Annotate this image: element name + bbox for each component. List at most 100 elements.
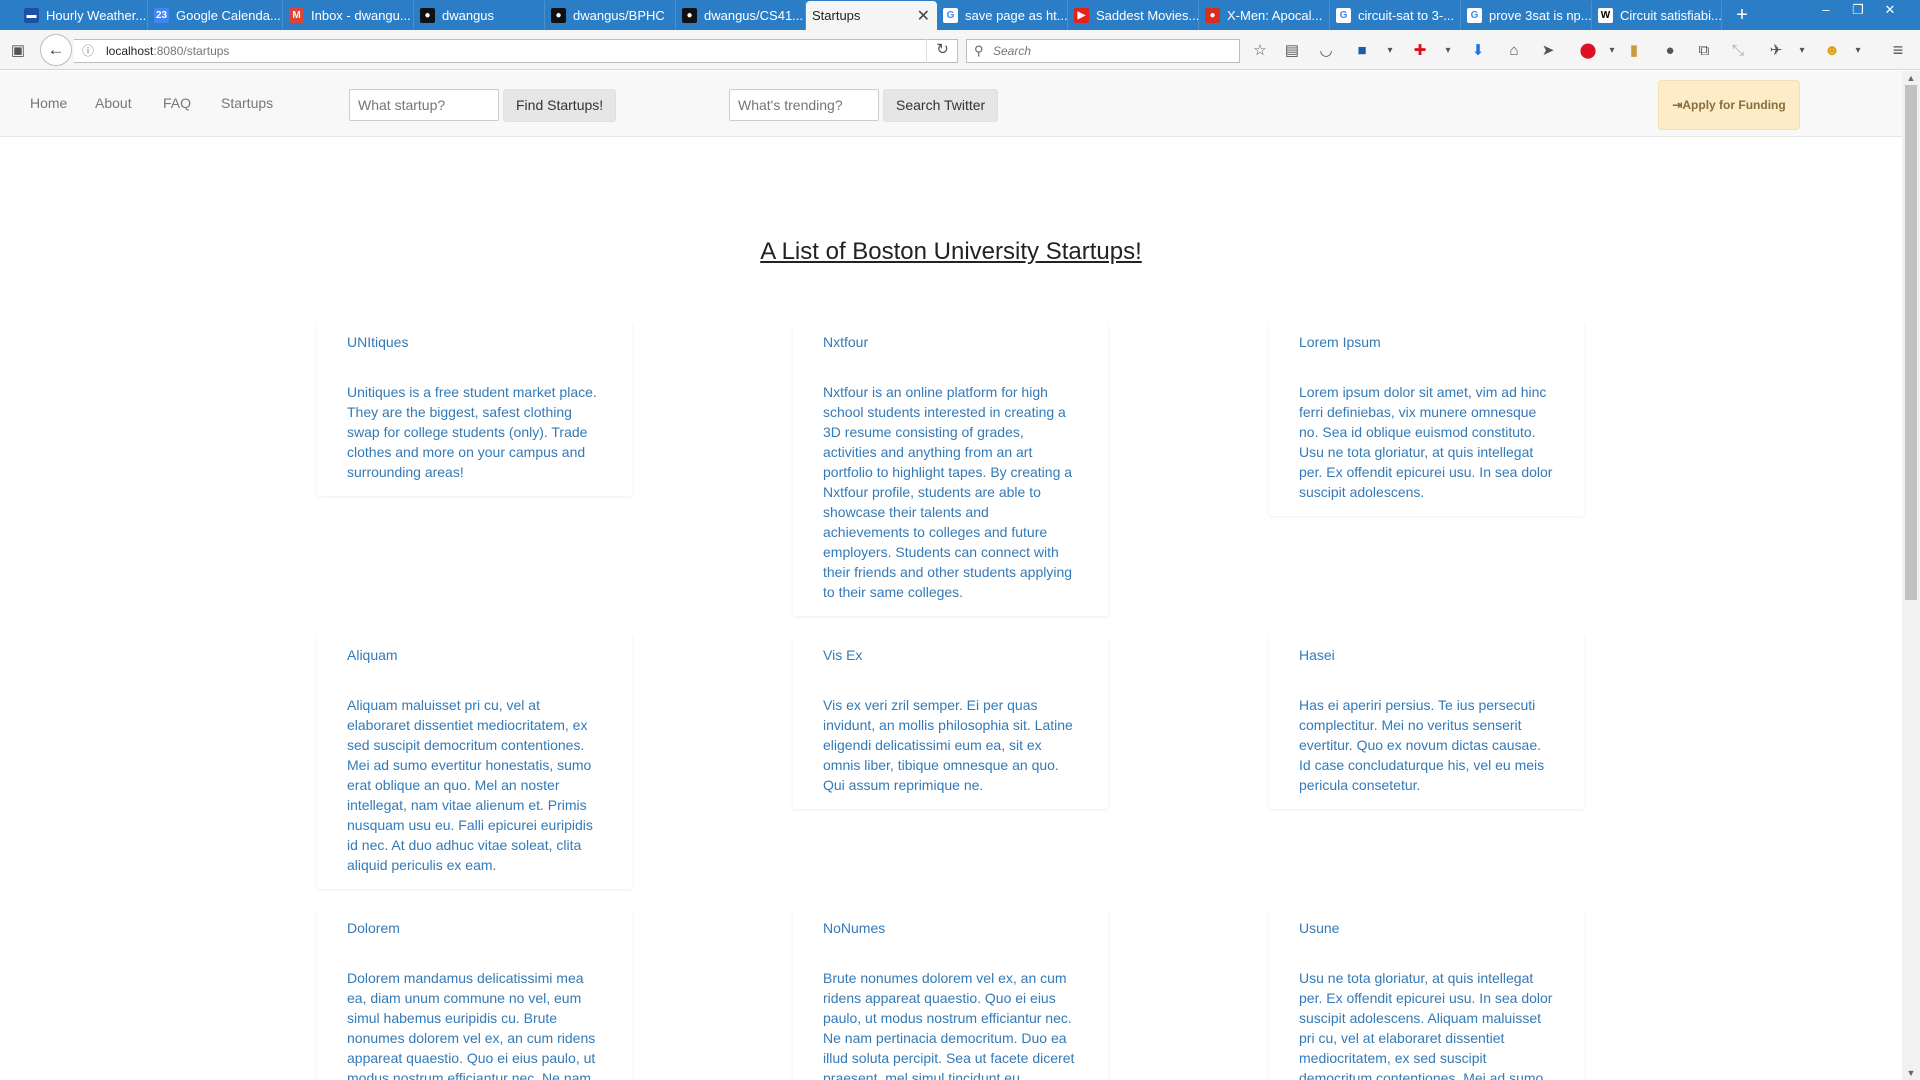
browser-tab-title: save page as ht... — [965, 8, 1068, 23]
url-path: :8080/startups — [153, 44, 230, 58]
browser-tab[interactable]: M Inbox - dwangu... — [283, 1, 414, 30]
browser-search-placeholder: Search — [993, 44, 1032, 58]
apply-funding-button[interactable]: ⇥Apply for Funding — [1658, 80, 1800, 130]
trending-search-input[interactable] — [729, 89, 879, 121]
startup-name[interactable]: Dolorem — [347, 918, 602, 938]
notes-icon[interactable]: ▮ — [1622, 38, 1646, 62]
url-bar[interactable]: ⓘ localhost:8080/startups — [74, 39, 958, 63]
wikipedia-icon: W — [1598, 8, 1613, 23]
startup-name[interactable]: Nxtfour — [823, 332, 1078, 352]
startup-card: UNItiques Unitiques is a free student mar… — [317, 322, 632, 496]
browser-tab[interactable]: Gprove 3sat is np... — [1461, 1, 1592, 30]
reading-list-icon[interactable]: ▤ — [1280, 38, 1304, 62]
extension-dropdown-icon[interactable]: ▾ — [1790, 38, 1814, 62]
search-twitter-button[interactable]: Search Twitter — [883, 89, 999, 122]
hamburger-menu-icon[interactable]: ≡ — [1886, 38, 1910, 62]
emoji-dropdown-icon[interactable]: ▾ — [1846, 38, 1870, 62]
reload-icon[interactable]: ↻ — [926, 39, 958, 63]
page-viewport: Home About FAQ Startups Find Startups! S… — [0, 71, 1902, 1080]
download-icon[interactable]: ⬇ — [1466, 38, 1490, 62]
nav-link-about[interactable]: About — [95, 95, 132, 111]
startup-description: Unitiques is a free student market place… — [347, 384, 597, 480]
save-dropdown-icon[interactable]: ▾ — [1378, 38, 1402, 62]
pin-icon[interactable]: ⤡ — [1726, 38, 1750, 62]
browser-tab[interactable]: Startups ✕ — [806, 1, 937, 30]
close-window-icon[interactable]: ✕ — [1874, 0, 1906, 22]
firefox-menu-icon[interactable]: ▣ — [6, 38, 30, 62]
browser-tab[interactable]: ▬ Hourly Weather... — [18, 1, 148, 30]
startup-description: Vis ex veri zril semper. Ei per quas inv… — [823, 697, 1073, 793]
browser-tab[interactable]: ● X-Men: Apocal... — [1199, 1, 1330, 30]
startup-name[interactable]: Hasei — [1299, 645, 1554, 665]
startup-name[interactable]: NoNumes — [823, 918, 1078, 938]
browser-tab[interactable]: 23 Google Calenda... — [148, 1, 283, 30]
back-arrow-icon: ← — [47, 40, 65, 59]
browser-tab[interactable]: Gsave page as ht... — [937, 1, 1068, 30]
google-icon: G — [1336, 8, 1351, 23]
startup-description: Aliquam maluisset pri cu, vel at elabora… — [347, 697, 593, 873]
find-startups-button[interactable]: Find Startups! — [503, 89, 617, 122]
browser-tab-title: Saddest Movies... — [1096, 8, 1199, 23]
startup-description: Has ei aperiri persius. Te ius persecuti… — [1299, 697, 1545, 793]
minimize-icon[interactable]: ‒ — [1810, 0, 1842, 22]
startup-name[interactable]: Vis Ex — [823, 645, 1078, 665]
nav-link-home[interactable]: Home — [30, 95, 67, 111]
scroll-up-icon[interactable]: ▲ — [1902, 71, 1920, 85]
page-scrollbar[interactable]: ▲ ▼ — [1902, 71, 1920, 1080]
github-icon: ● — [551, 8, 566, 23]
home-icon[interactable]: ⌂ — [1502, 38, 1526, 62]
browser-tab-title: X-Men: Apocal... — [1227, 8, 1323, 23]
startup-description: Dolorem mandamus delicatissimi mea ea, d… — [347, 970, 596, 1080]
browser-tab-title: dwangus/CS41... — [704, 8, 804, 23]
startup-name[interactable]: Aliquam — [347, 645, 602, 665]
close-tab-icon[interactable]: ✕ — [917, 6, 930, 26]
startup-card: Nxtfour Nxtfour is an online platform for… — [793, 322, 1108, 616]
startup-name[interactable]: Lorem Ipsum — [1299, 332, 1554, 352]
new-tab-button[interactable]: + — [1729, 3, 1755, 27]
save-icon[interactable]: ■ — [1350, 38, 1374, 62]
browser-tab[interactable]: ▶ Saddest Movies... — [1068, 1, 1199, 30]
startup-search-input[interactable] — [349, 89, 499, 121]
adblock-dropdown-icon[interactable]: ▾ — [1600, 38, 1624, 62]
nav-link-faq[interactable]: FAQ — [163, 95, 191, 111]
extension-icon[interactable]: ✈ — [1764, 38, 1788, 62]
startup-description: Usu ne tota gloriatur, at quis intellega… — [1299, 970, 1553, 1080]
browser-tab-title: dwangus/BPHC — [573, 8, 665, 23]
browser-tab-title: Circuit satisfiabi... — [1620, 8, 1722, 23]
addon-dropdown-icon[interactable]: ▾ — [1436, 38, 1460, 62]
browser-tab[interactable]: ● dwangus/CS41... — [676, 1, 806, 30]
scrollbar-thumb[interactable] — [1905, 85, 1917, 600]
site-info-icon[interactable]: ⓘ — [82, 40, 94, 62]
startup-card: Dolorem Dolorem mandamus delicatissimi me… — [317, 908, 632, 1080]
browser-tab[interactable]: ● dwangus/BPHC — [545, 1, 676, 30]
bookmark-star-icon[interactable]: ☆ — [1248, 38, 1272, 62]
emoji-icon[interactable]: ☻ — [1820, 38, 1844, 62]
browser-search-input[interactable]: ⚲ Search — [966, 39, 1240, 63]
browser-tab-title: Hourly Weather... — [46, 8, 147, 23]
startup-card: Lorem Ipsum Lorem ipsum dolor sit amet, v… — [1269, 322, 1584, 516]
url-host: localhost — [106, 44, 154, 58]
browser-tab[interactable]: ● dwangus — [414, 1, 545, 30]
pocket-icon[interactable]: ◡ — [1314, 38, 1338, 62]
addon-plus-icon[interactable]: ✚ — [1408, 38, 1432, 62]
browser-tab[interactable]: Gcircuit-sat to 3-... — [1330, 1, 1461, 30]
restore-icon[interactable]: ❐ — [1842, 0, 1874, 22]
nav-link-startups[interactable]: Startups — [221, 95, 273, 111]
site-navbar: Home About FAQ Startups Find Startups! S… — [0, 71, 1902, 137]
startup-card: NoNumes Brute nonumes dolorem vel ex, an … — [793, 908, 1108, 1080]
startup-card: Vis Ex Vis ex veri zril semper. Ei per qu… — [793, 635, 1108, 809]
send-icon[interactable]: ➤ — [1536, 38, 1560, 62]
startup-description: Brute nonumes dolorem vel ex, an cum rid… — [823, 970, 1075, 1080]
startup-card: Hasei Has ei aperiri persius. Te ius pers… — [1269, 635, 1584, 809]
back-button[interactable]: ← — [40, 34, 72, 66]
startup-card: Usune Usu ne tota gloriatur, at quis inte… — [1269, 908, 1584, 1080]
login-icon: ⇥ — [1672, 98, 1683, 112]
tabs-icon[interactable]: ⧉ — [1692, 38, 1716, 62]
google-icon: G — [1467, 8, 1482, 23]
adblock-icon[interactable]: ⬤ — [1576, 38, 1600, 62]
browser-tab[interactable]: W Circuit satisfiabi... — [1592, 1, 1722, 30]
startup-name[interactable]: Usune — [1299, 918, 1554, 938]
chat-icon[interactable]: ● — [1658, 38, 1682, 62]
startup-name[interactable]: UNItiques — [347, 332, 602, 352]
scroll-down-icon[interactable]: ▼ — [1902, 1066, 1920, 1080]
